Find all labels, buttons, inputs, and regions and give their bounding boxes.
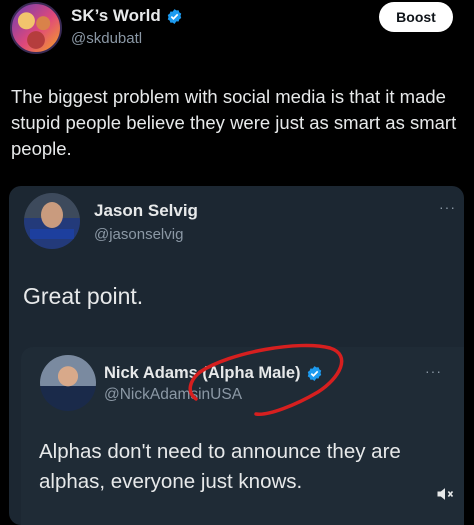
- more-options-icon[interactable]: ···: [425, 363, 442, 379]
- post-text: The biggest problem with social media is…: [11, 86, 457, 159]
- author-name[interactable]: SK’s World: [71, 6, 161, 26]
- quoted-author-avatar[interactable]: [24, 193, 80, 249]
- more-options-icon[interactable]: ···: [439, 199, 456, 215]
- nested-author-name[interactable]: Nick Adams (Alpha Male): [104, 364, 301, 383]
- quoted-author-handle[interactable]: @jasonselvig: [94, 226, 183, 243]
- quoted-author-name[interactable]: Jason Selvig: [94, 201, 198, 221]
- nested-author-handle[interactable]: @NickAdamsinUSA: [104, 386, 242, 404]
- mute-icon[interactable]: [431, 480, 459, 508]
- author-title-row: SK’s World: [71, 6, 183, 26]
- nested-author-title-row: Nick Adams (Alpha Male): [104, 364, 323, 383]
- nested-author-avatar[interactable]: [40, 355, 96, 411]
- verified-badge-icon: [307, 366, 321, 381]
- nested-quote-text: Alphas don't need to announce they are a…: [39, 440, 401, 493]
- quoted-post-text: Great point.: [23, 283, 144, 309]
- author-avatar[interactable]: [10, 2, 62, 54]
- verified-badge-icon: [167, 8, 181, 24]
- boost-button[interactable]: Boost: [379, 2, 453, 32]
- author-handle[interactable]: @skdubatl: [71, 30, 142, 47]
